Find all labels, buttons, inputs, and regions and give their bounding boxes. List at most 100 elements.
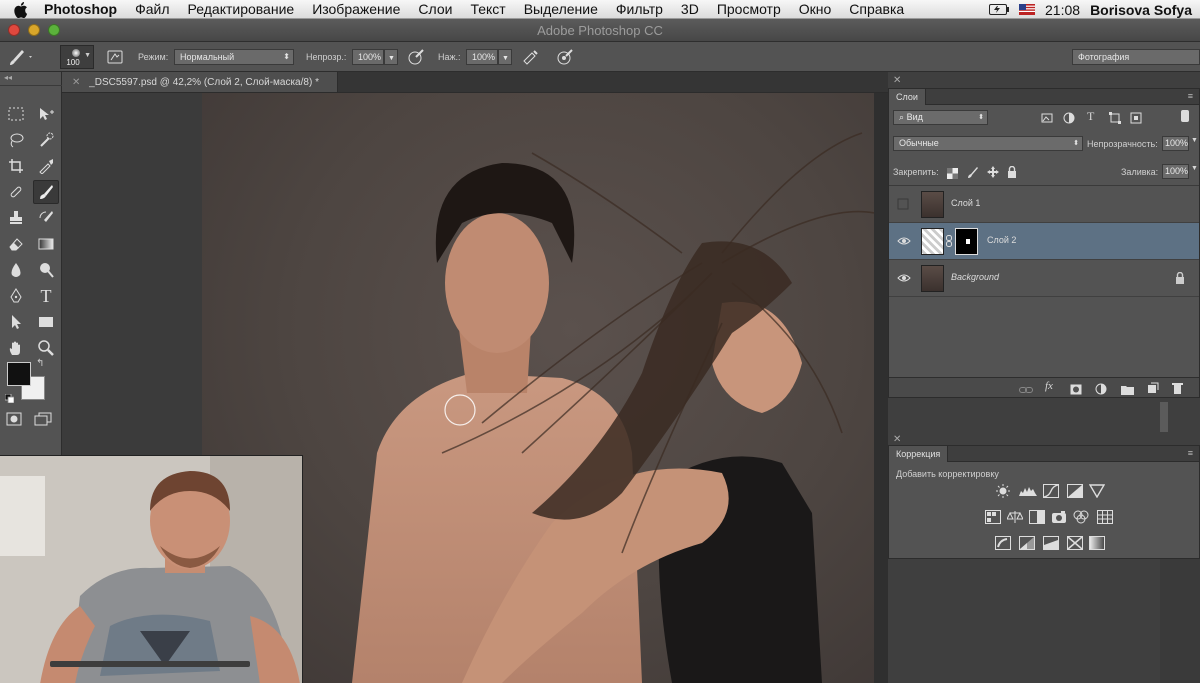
- flow-dropdown[interactable]: ▼: [498, 49, 512, 65]
- quick-selection-tool-icon[interactable]: [33, 128, 59, 152]
- tab-layers[interactable]: Слои: [889, 89, 926, 105]
- new-adjustment-layer-icon[interactable]: [1095, 382, 1107, 400]
- menu-filter[interactable]: Фильтр: [616, 1, 663, 17]
- us-flag-input-icon[interactable]: [1019, 2, 1036, 18]
- layer-opacity-input[interactable]: 100%: [1162, 136, 1189, 151]
- blur-tool-icon[interactable]: [3, 258, 29, 282]
- crop-tool-icon[interactable]: [3, 154, 29, 178]
- clone-stamp-tool-icon[interactable]: [3, 206, 29, 230]
- filter-type-layers-icon[interactable]: T: [1087, 109, 1094, 124]
- eye-icon[interactable]: [897, 235, 911, 247]
- invert-icon[interactable]: [995, 536, 1011, 550]
- type-tool-icon[interactable]: T: [33, 284, 59, 308]
- layer-row[interactable]: Background: [889, 260, 1199, 297]
- chevron-down-icon[interactable]: ▼: [1191, 137, 1198, 144]
- app-menu-photoshop[interactable]: Photoshop: [44, 1, 117, 17]
- layer-name[interactable]: Слой 1: [951, 198, 980, 208]
- color-balance-icon[interactable]: [1006, 510, 1024, 524]
- brush-panel-toggle-icon[interactable]: [106, 48, 124, 66]
- link-layers-icon[interactable]: [1019, 382, 1033, 400]
- menu-file[interactable]: Файл: [135, 1, 169, 17]
- channel-mixer-icon[interactable]: [1073, 510, 1089, 524]
- exposure-icon[interactable]: [1067, 484, 1083, 498]
- fx-icon[interactable]: fx: [1045, 380, 1053, 392]
- new-layer-icon[interactable]: [1147, 381, 1159, 399]
- flow-input[interactable]: 100%: [466, 49, 498, 65]
- trash-icon[interactable]: [1172, 381, 1183, 399]
- filter-adjustment-layers-icon[interactable]: [1063, 111, 1075, 129]
- fill-input[interactable]: 100%: [1162, 164, 1189, 179]
- black-white-icon[interactable]: [1029, 510, 1045, 524]
- panel-menu-icon[interactable]: ≡: [1188, 91, 1193, 101]
- hand-tool-icon[interactable]: [3, 336, 29, 360]
- zoom-tool-icon[interactable]: [33, 336, 59, 360]
- blend-mode-select[interactable]: Обычные ⬍: [893, 136, 1083, 151]
- close-panel-group-icon[interactable]: ✕: [893, 75, 901, 86]
- brush-tool-icon[interactable]: [33, 180, 59, 204]
- foreground-color-swatch[interactable]: [7, 362, 31, 386]
- airbrush-icon[interactable]: [521, 48, 539, 66]
- close-document-icon[interactable]: ✕: [72, 77, 80, 88]
- menu-view[interactable]: Просмотр: [717, 1, 781, 17]
- eraser-tool-icon[interactable]: [3, 232, 29, 256]
- canvas-scrollbar[interactable]: [874, 93, 888, 683]
- minimize-window-button[interactable]: [28, 24, 40, 36]
- lock-transparent-pixels-icon[interactable]: [947, 166, 958, 184]
- layer-row-selected[interactable]: Слой 2: [889, 223, 1199, 260]
- menu-window[interactable]: Окно: [799, 1, 832, 17]
- selective-color-icon[interactable]: [1067, 536, 1083, 550]
- menu-image[interactable]: Изображение: [312, 1, 400, 17]
- path-selection-tool-icon[interactable]: [3, 310, 29, 334]
- brightness-contrast-icon[interactable]: [995, 484, 1011, 498]
- layer-thumbnail[interactable]: [921, 228, 944, 255]
- brush-tool-preset-icon[interactable]: [8, 48, 32, 66]
- menu-type[interactable]: Текст: [470, 1, 505, 17]
- zoom-window-button[interactable]: [48, 24, 60, 36]
- screen-mode-icon[interactable]: [34, 412, 52, 431]
- photo-filter-icon[interactable]: [1051, 510, 1067, 524]
- apple-menu-icon[interactable]: [14, 1, 32, 18]
- menu-help[interactable]: Справка: [849, 1, 904, 17]
- move-tool-icon[interactable]: [33, 102, 59, 126]
- lock-position-icon[interactable]: [987, 165, 999, 183]
- gradient-tool-icon[interactable]: [33, 232, 59, 256]
- menubar-clock[interactable]: 21:08: [1045, 2, 1080, 18]
- battery-icon[interactable]: [989, 2, 1010, 18]
- collapse-arrows-icon[interactable]: ◂◂: [4, 73, 12, 82]
- filter-pixel-layers-icon[interactable]: [1041, 111, 1053, 129]
- marquee-tool-icon[interactable]: [3, 102, 29, 126]
- rectangle-tool-icon[interactable]: [33, 310, 59, 334]
- lasso-tool-icon[interactable]: [3, 128, 29, 152]
- opacity-input[interactable]: 100%: [352, 49, 384, 65]
- lock-all-icon[interactable]: [1007, 165, 1017, 183]
- lock-icon[interactable]: [1175, 271, 1185, 284]
- workspace-switcher[interactable]: Фотография: [1072, 49, 1200, 65]
- threshold-icon[interactable]: [1043, 536, 1059, 550]
- menu-edit[interactable]: Редактирование: [188, 1, 295, 17]
- tablet-pressure-size-icon[interactable]: [556, 48, 574, 66]
- layer-filter-select[interactable]: ⌕ Вид ⬍: [893, 110, 988, 125]
- panel-menu-icon[interactable]: ≡: [1188, 448, 1193, 458]
- link-chain-icon[interactable]: [946, 235, 952, 249]
- curves-icon[interactable]: [1043, 484, 1059, 498]
- swap-colors-icon[interactable]: ↰: [36, 358, 44, 369]
- filter-toggle-switch[interactable]: [1181, 110, 1189, 122]
- chevron-down-icon[interactable]: ▼: [1191, 165, 1198, 172]
- visibility-toggle-off[interactable]: [897, 198, 909, 210]
- add-layer-mask-icon[interactable]: [1070, 382, 1082, 400]
- dodge-tool-icon[interactable]: [33, 258, 59, 282]
- menu-layers[interactable]: Слои: [418, 1, 452, 17]
- menu-3d[interactable]: 3D: [681, 1, 699, 17]
- brush-size-picker[interactable]: 100 ▼: [60, 45, 94, 69]
- hue-saturation-icon[interactable]: [985, 510, 1001, 524]
- filter-smart-objects-icon[interactable]: [1130, 111, 1142, 129]
- new-group-folder-icon[interactable]: [1121, 382, 1134, 400]
- eye-icon[interactable]: [897, 272, 911, 284]
- layer-row[interactable]: Слой 1: [889, 186, 1199, 223]
- posterize-icon[interactable]: [1019, 536, 1035, 550]
- menu-select[interactable]: Выделение: [524, 1, 598, 17]
- opacity-dropdown[interactable]: ▼: [384, 49, 398, 65]
- color-lookup-icon[interactable]: [1097, 510, 1113, 524]
- history-brush-tool-icon[interactable]: [33, 206, 59, 230]
- menubar-user[interactable]: Borisova Sofya: [1090, 2, 1192, 18]
